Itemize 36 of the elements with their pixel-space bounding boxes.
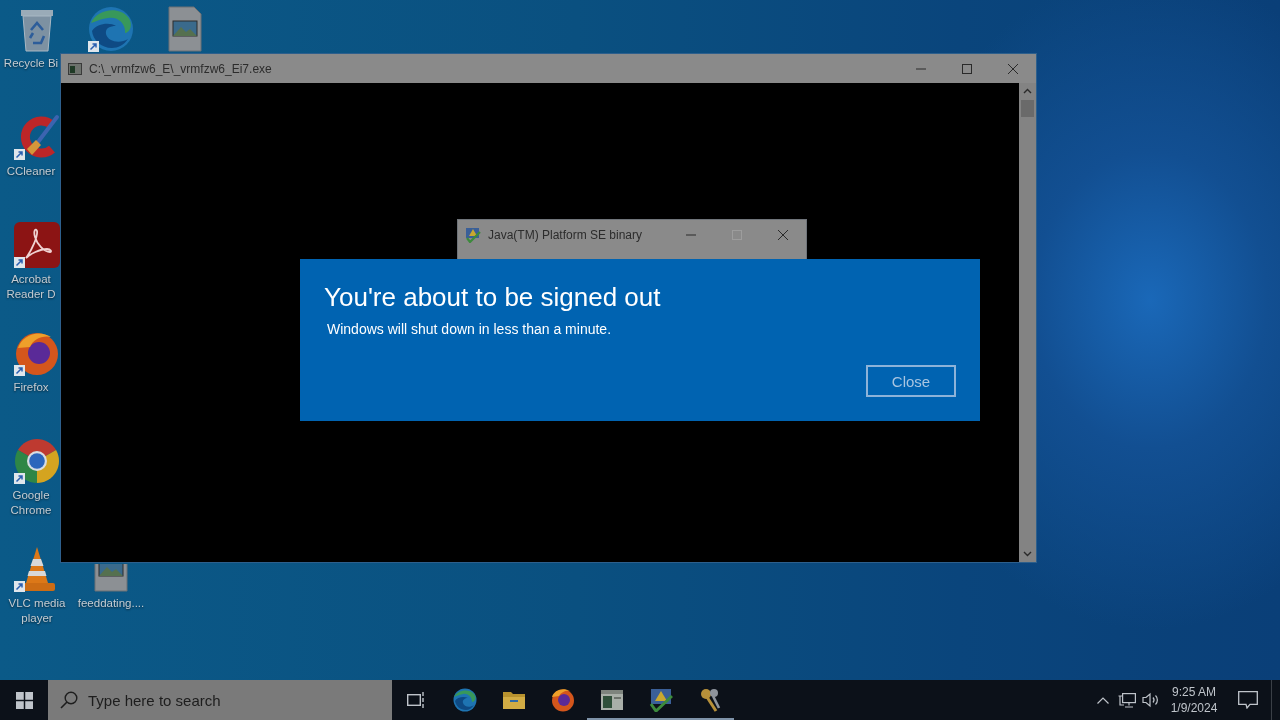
clock[interactable]: 9:25 AM 1/9/2024	[1163, 680, 1225, 720]
chrome-icon[interactable]	[14, 438, 60, 484]
desktop-icon-label[interactable]: CCleaner	[2, 164, 60, 179]
desktop-icon-label[interactable]: Acrobat Reader D	[2, 272, 60, 302]
search-icon	[60, 691, 78, 709]
desktop-icon-label[interactable]: Recycle Bi	[2, 56, 60, 71]
windows-logo-icon	[15, 691, 33, 709]
scroll-thumb[interactable]	[1021, 100, 1034, 117]
firefox-icon[interactable]	[14, 330, 60, 376]
volume-icon[interactable]	[1142, 692, 1160, 708]
close-icon	[778, 229, 788, 240]
desktop-icon-label[interactable]: Firefox	[2, 380, 60, 395]
network-icon[interactable]	[1118, 692, 1136, 708]
firefox-icon	[550, 688, 575, 712]
dialog-message: Windows will shut down in less than a minute.	[327, 320, 612, 339]
close-icon	[1008, 63, 1018, 74]
app-window-icon	[599, 688, 624, 712]
scrollbar[interactable]	[1019, 83, 1036, 562]
close-button[interactable]: Close	[866, 365, 956, 397]
maximize-icon	[962, 63, 972, 74]
swirl-logo-icon[interactable]	[88, 6, 134, 52]
desktop-icon-label[interactable]: feeddating....	[75, 596, 147, 611]
chevron-up-icon[interactable]	[1097, 696, 1109, 704]
task-view-icon	[407, 692, 425, 708]
acrobat-icon[interactable]	[14, 222, 60, 268]
console-app-icon	[68, 62, 82, 75]
window-title: Java(TM) Platform SE binary	[488, 227, 643, 242]
desktop-icon-label[interactable]: Google Chrome	[2, 488, 60, 518]
window-title: C:\_vrmfzw6_E\_vrmfzw6_Ei7.exe	[89, 61, 272, 76]
swirl-logo-icon	[452, 688, 477, 712]
search-field[interactable]: Type here to search	[48, 680, 392, 720]
speech-bubble-icon	[1238, 691, 1258, 709]
monitor-check-icon	[648, 688, 673, 712]
monitor-check-icon	[465, 226, 481, 243]
desktop-icon-label[interactable]: VLC media player	[1, 596, 73, 626]
dialog-title: You're about to be signed out	[324, 281, 661, 313]
